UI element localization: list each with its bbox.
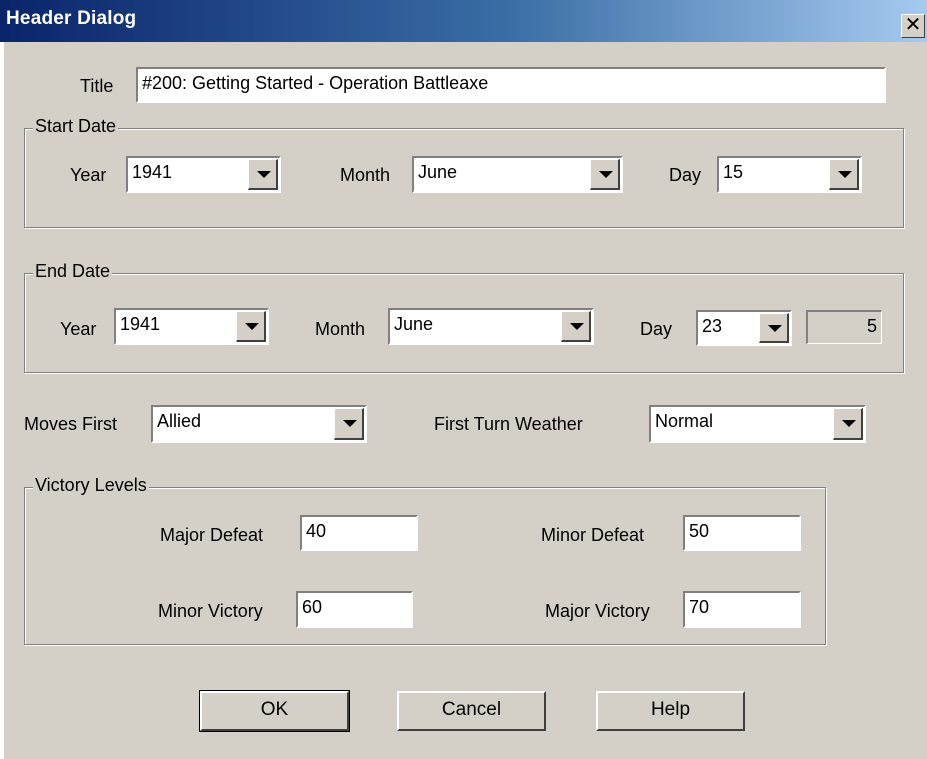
chevron-down-icon	[768, 325, 782, 332]
start-day-select[interactable]: 15	[717, 156, 862, 193]
turn-count-display: 5	[806, 310, 882, 344]
window-title: Header Dialog	[6, 8, 137, 29]
start-year-select[interactable]: 1941	[126, 156, 281, 193]
end-day-select[interactable]: 23	[696, 310, 792, 346]
weather-select[interactable]: Normal	[649, 405, 866, 443]
chevron-down-icon	[842, 420, 856, 427]
end-year-dropdown-button[interactable]	[236, 311, 266, 342]
title-label: Title	[80, 76, 114, 96]
moves-first-value: Allied	[157, 411, 202, 431]
start-year-label: Year	[70, 165, 107, 185]
end-year-label: Year	[60, 319, 97, 339]
major-victory-label: Major Victory	[545, 601, 650, 621]
weather-dropdown-button[interactable]	[833, 408, 863, 440]
end-day-label: Day	[640, 319, 673, 339]
major-victory-value: 70	[689, 597, 710, 617]
close-icon: ✕	[904, 14, 922, 36]
chevron-down-icon	[599, 171, 613, 178]
start-year-dropdown-button[interactable]	[248, 159, 278, 190]
start-month-select[interactable]: June	[412, 156, 623, 193]
start-day-dropdown-button[interactable]	[829, 159, 859, 190]
end-year-select[interactable]: 1941	[114, 308, 269, 345]
start-day-value: 15	[723, 162, 744, 182]
chevron-down-icon	[570, 323, 584, 330]
moves-first-select[interactable]: Allied	[151, 405, 367, 443]
chevron-down-icon	[343, 420, 357, 427]
end-month-label: Month	[315, 319, 366, 339]
minor-victory-value: 60	[302, 597, 323, 617]
minor-defeat-value: 50	[689, 521, 710, 541]
chevron-down-icon	[257, 171, 271, 178]
window-left-edge	[0, 42, 4, 759]
start-day-label: Day	[669, 165, 702, 185]
moves-first-label: Moves First	[24, 414, 118, 434]
minor-victory-input[interactable]: 60	[296, 591, 413, 628]
start-month-label: Month	[340, 165, 391, 185]
title-input-value: #200: Getting Started - Operation Battle…	[142, 73, 489, 93]
turn-count-value: 5	[866, 316, 877, 336]
major-victory-input[interactable]: 70	[683, 591, 801, 628]
cancel-button[interactable]: Cancel	[397, 691, 546, 731]
start-month-dropdown-button[interactable]	[590, 159, 620, 190]
moves-first-dropdown-button[interactable]	[334, 408, 364, 440]
major-defeat-value: 40	[306, 521, 327, 541]
end-day-value: 23	[702, 316, 723, 336]
minor-victory-label: Minor Victory	[158, 601, 263, 621]
end-month-dropdown-button[interactable]	[561, 311, 591, 342]
weather-value: Normal	[655, 411, 714, 431]
minor-defeat-input[interactable]: 50	[683, 515, 801, 551]
weather-label: First Turn Weather	[434, 414, 583, 434]
major-defeat-input[interactable]: 40	[300, 515, 418, 551]
end-month-select[interactable]: June	[388, 308, 594, 345]
ok-button[interactable]: OK	[199, 690, 350, 732]
end-date-legend: End Date	[33, 261, 113, 282]
end-year-value: 1941	[120, 314, 161, 334]
start-date-legend: Start Date	[33, 116, 119, 137]
help-button[interactable]: Help	[596, 691, 745, 731]
victory-levels-legend: Victory Levels	[33, 475, 149, 496]
major-defeat-label: Major Defeat	[160, 525, 264, 545]
chevron-down-icon	[245, 323, 259, 330]
start-year-value: 1941	[132, 162, 173, 182]
title-bar[interactable]: Header Dialog ✕	[0, 0, 927, 42]
end-month-value: June	[394, 314, 434, 334]
start-month-value: June	[418, 162, 458, 182]
end-day-dropdown-button[interactable]	[759, 313, 789, 343]
title-input[interactable]: #200: Getting Started - Operation Battle…	[136, 67, 886, 103]
close-button[interactable]: ✕	[901, 14, 925, 38]
chevron-down-icon	[838, 171, 852, 178]
minor-defeat-label: Minor Defeat	[541, 525, 645, 545]
